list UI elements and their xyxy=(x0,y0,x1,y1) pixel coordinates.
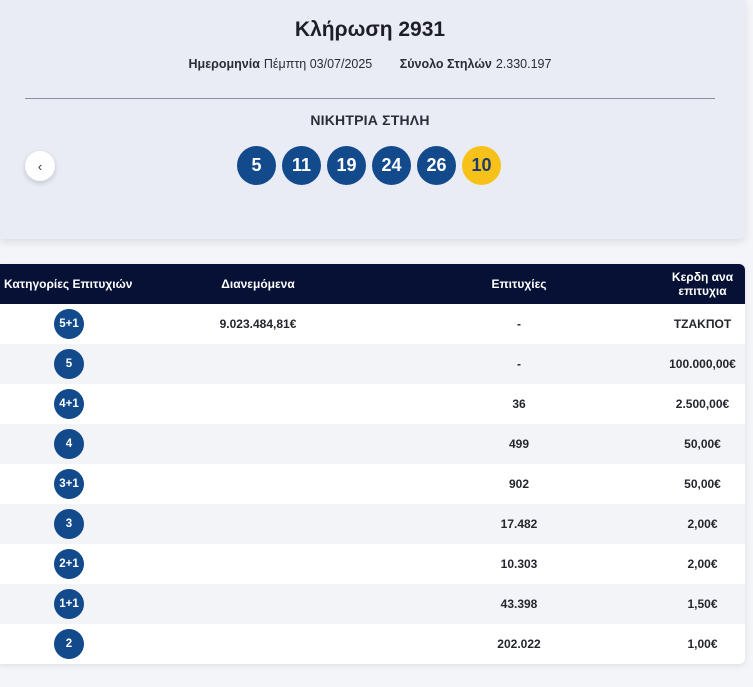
prize-cell: 1,50€ xyxy=(687,597,718,611)
date-label: Ημερομηνία xyxy=(188,57,260,71)
table-row: 5+1 9.023.484,81€ - ΤΖΑΚΠΟΤ xyxy=(0,304,745,344)
prize-cell: 50,00€ xyxy=(684,437,721,451)
table-row: 3 17.482 2,00€ xyxy=(0,504,745,544)
category-badge: 2+1 xyxy=(54,549,84,579)
winning-numbers: 5 11 19 24 26 10 xyxy=(237,146,501,185)
header-winners: Επιτυχίες xyxy=(491,277,547,291)
divider xyxy=(25,98,715,99)
winners-cell: 902 xyxy=(508,477,530,491)
category-badge: 4+1 xyxy=(54,389,84,419)
winners-cell: 43.398 xyxy=(500,597,538,611)
category-badge: 2 xyxy=(54,629,84,659)
table-row: 3+1 902 50,00€ xyxy=(0,464,745,504)
table-row: 1+1 43.398 1,50€ xyxy=(0,584,745,624)
winners-cell: 499 xyxy=(508,437,530,451)
prize-table: Κατηγορίες Επιτυχιών Διανεμόμενα Επιτυχί… xyxy=(0,264,745,664)
draw-summary-card: Κλήρωση 2931 Ημερομηνία Πέμπτη 03/07/2025… xyxy=(0,0,745,239)
winners-cell: 202.022 xyxy=(497,637,541,651)
distributed-cell: 9.023.484,81€ xyxy=(219,317,297,331)
draw-meta: Ημερομηνία Πέμπτη 03/07/2025 Σύνολο Στηλώ… xyxy=(0,57,740,71)
winners-cell: 36 xyxy=(512,397,526,411)
table-row: 2+1 10.303 2,00€ xyxy=(0,544,745,584)
category-badge: 1+1 xyxy=(54,589,84,619)
winning-column-title: ΝΙΚΗΤΡΙΑ ΣΤΗΛΗ xyxy=(310,112,430,128)
header-distributed: Διανεμόμενα xyxy=(221,277,295,291)
number-ball: 5 xyxy=(237,146,276,185)
table-row: 2 202.022 1,00€ xyxy=(0,624,745,664)
winners-cell: - xyxy=(517,357,521,371)
table-row: 4+1 36 2.500,00€ xyxy=(0,384,745,424)
draw-title: Κλήρωση 2931 xyxy=(294,18,446,41)
chevron-left-icon: ‹ xyxy=(37,158,43,174)
winners-cell: 10.303 xyxy=(500,557,538,571)
columns-label: Σύνολο Στηλών xyxy=(399,57,492,71)
table-header: Κατηγορίες Επιτυχιών Διανεμόμενα Επιτυχί… xyxy=(0,264,745,304)
table-row: 5 - 100.000,00€ xyxy=(0,344,745,384)
table-row: 4 499 50,00€ xyxy=(0,424,745,464)
winners-cell: - xyxy=(517,317,521,331)
header-prize: Κερδη ανα επιτυχια xyxy=(671,270,734,298)
number-ball: 11 xyxy=(282,146,321,185)
category-badge: 5+1 xyxy=(54,309,84,339)
prize-cell: 2,00€ xyxy=(687,557,718,571)
previous-draw-button[interactable]: ‹ xyxy=(25,151,55,181)
prize-cell: 2,00€ xyxy=(687,517,718,531)
category-badge: 3+1 xyxy=(54,469,84,499)
joker-ball: 10 xyxy=(462,146,501,185)
date-value: Πέμπτη 03/07/2025 xyxy=(263,57,373,71)
prize-cell: 2.500,00€ xyxy=(675,397,730,411)
category-badge: 5 xyxy=(54,349,84,379)
prize-cell: 1,00€ xyxy=(687,637,718,651)
prize-cell: ΤΖΑΚΠΟΤ xyxy=(673,317,732,331)
number-ball: 19 xyxy=(327,146,366,185)
winners-cell: 17.482 xyxy=(500,517,538,531)
columns-value: 2.330.197 xyxy=(495,57,552,71)
category-badge: 4 xyxy=(54,429,84,459)
prize-cell: 100.000,00€ xyxy=(669,357,736,371)
prize-cell: 50,00€ xyxy=(684,477,721,491)
number-ball: 24 xyxy=(372,146,411,185)
category-badge: 3 xyxy=(54,509,84,539)
header-category: Κατηγορίες Επιτυχιών xyxy=(4,277,133,291)
number-ball: 26 xyxy=(417,146,456,185)
